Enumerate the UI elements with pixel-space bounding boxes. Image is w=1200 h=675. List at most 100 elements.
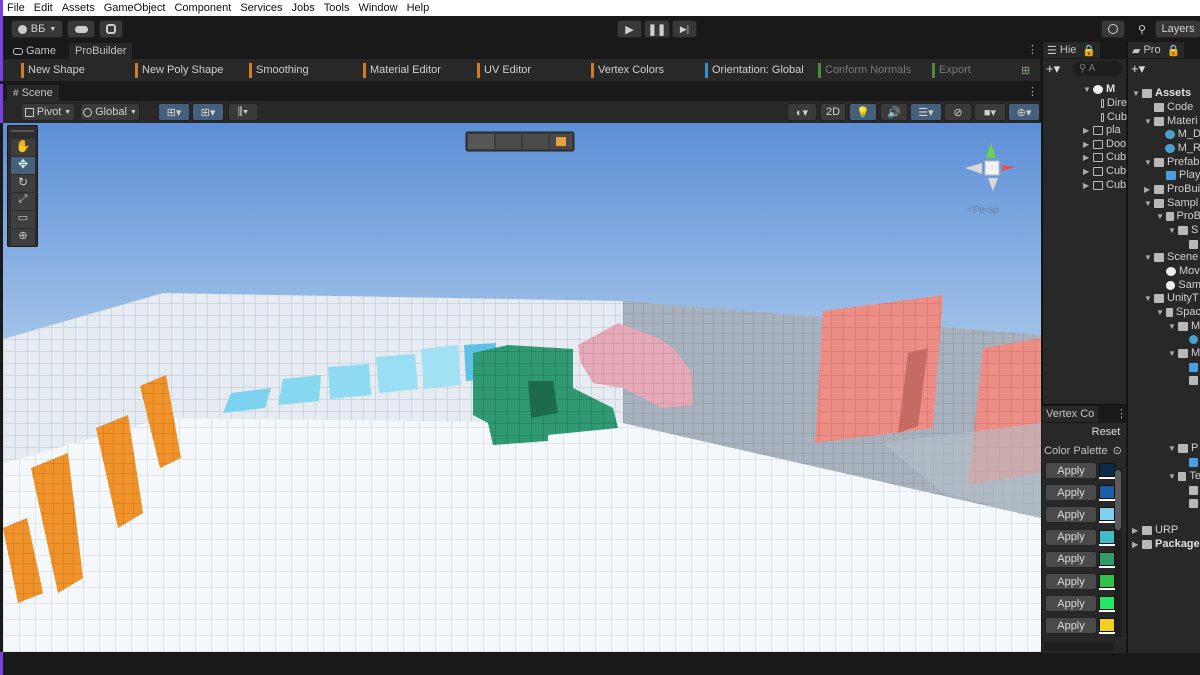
audio-toggle[interactable]: 🔊 bbox=[880, 103, 908, 121]
expand-arrow-icon[interactable]: ▼ bbox=[1144, 158, 1152, 167]
project-item[interactable]: Play bbox=[1156, 168, 1200, 182]
menu-help[interactable]: Help bbox=[407, 2, 430, 14]
project-item[interactable]: ▼ Assets bbox=[1132, 86, 1200, 100]
scale-tool-icon[interactable]: ⤢ bbox=[11, 193, 35, 210]
project-item[interactable]: Mov bbox=[1156, 264, 1200, 278]
gizmos-dropdown[interactable]: ⊕▾ bbox=[1008, 103, 1040, 121]
expand-arrow-icon[interactable]: ▶ bbox=[1083, 140, 1091, 149]
menu-services[interactable]: Services bbox=[240, 2, 282, 14]
project-item[interactable]: ▼ Materi bbox=[1144, 114, 1200, 128]
more-options-icon[interactable]: ⋮ bbox=[1027, 43, 1038, 56]
color-swatch[interactable] bbox=[1099, 463, 1115, 477]
align-button[interactable]: ⫼▾ bbox=[228, 103, 258, 121]
expand-arrow-icon[interactable]: ▼ bbox=[1168, 444, 1176, 453]
vertex-more-options-icon[interactable]: ⋮ bbox=[1116, 407, 1127, 420]
expand-arrow-icon[interactable]: ▼ bbox=[1144, 199, 1152, 208]
probuilder-item-smoothing[interactable]: Smoothing bbox=[249, 62, 309, 78]
probuilder-item-uv-editor[interactable]: UV Editor bbox=[477, 62, 531, 78]
apply-color-button[interactable]: Apply bbox=[1045, 595, 1097, 613]
pivot-dropdown[interactable]: Pivot ▼ bbox=[21, 103, 75, 121]
lock-icon[interactable]: 🔒 bbox=[1082, 44, 1096, 57]
increment-snap-button[interactable]: ⊞▾ bbox=[192, 103, 224, 121]
tab-scene[interactable]: # Scene bbox=[7, 85, 59, 101]
tab-probuilder[interactable]: ProBuilder bbox=[69, 43, 133, 59]
color-swatch[interactable] bbox=[1099, 551, 1115, 566]
settings-icon[interactable]: ⊙ bbox=[1113, 445, 1122, 457]
hierarchy-item[interactable]: ▶ pla bbox=[1083, 123, 1127, 137]
project-item[interactable]: ▶ Package bbox=[1132, 537, 1200, 551]
apply-color-button[interactable]: Apply bbox=[1045, 573, 1097, 590]
step-button[interactable]: ▶| bbox=[672, 20, 697, 38]
drag-handle[interactable] bbox=[11, 130, 34, 132]
project-item[interactable] bbox=[1180, 483, 1200, 497]
expand-arrow-icon[interactable]: ▼ bbox=[1144, 117, 1152, 126]
add-icon[interactable]: +▾ bbox=[1131, 61, 1145, 77]
horizontal-scrollbar[interactable] bbox=[1044, 642, 1114, 651]
grid-snap-button[interactable]: ⊞▾ bbox=[158, 103, 190, 121]
color-swatch[interactable] bbox=[1099, 618, 1115, 633]
hierarchy-item[interactable]: ▶ Cub bbox=[1083, 164, 1127, 178]
hierarchy-item[interactable]: ▶ Cub bbox=[1083, 178, 1127, 192]
hand-tool-icon[interactable]: ✋ bbox=[11, 139, 35, 156]
probuilder-item-new-shape[interactable]: New Shape bbox=[21, 62, 85, 78]
expand-arrow-icon[interactable]: ▶ bbox=[1083, 153, 1091, 162]
project-item[interactable]: ▶ URP bbox=[1132, 523, 1200, 537]
hierarchy-item[interactable]: Dire bbox=[1099, 96, 1127, 110]
expand-arrow-icon[interactable]: ▶ bbox=[1083, 167, 1091, 176]
color-swatch[interactable] bbox=[1099, 574, 1115, 588]
expand-arrow-icon[interactable]: ▼ bbox=[1144, 253, 1152, 262]
menu-gameobject[interactable]: GameObject bbox=[104, 2, 166, 14]
expand-arrow-icon[interactable]: ▶ bbox=[1083, 181, 1091, 190]
probuilder-item-export[interactable]: Export bbox=[932, 62, 971, 78]
project-item[interactable] bbox=[1180, 332, 1200, 346]
tab-game[interactable]: Game bbox=[7, 43, 62, 59]
probuilder-item-conform-normals[interactable]: Conform Normals bbox=[818, 62, 911, 78]
probuilder-item-material-editor[interactable]: Material Editor bbox=[363, 62, 441, 78]
search-button[interactable]: ⚲ bbox=[1131, 20, 1153, 38]
probuilder-item-orientation-global[interactable]: Orientation: Global bbox=[705, 62, 804, 78]
probuilder-item-new-poly-shape[interactable]: New Poly Shape bbox=[135, 62, 223, 78]
menu-assets[interactable]: Assets bbox=[62, 2, 95, 14]
project-item[interactable]: ▼ Te bbox=[1168, 469, 1200, 483]
apply-color-button[interactable]: Apply bbox=[1045, 506, 1097, 524]
project-item[interactable]: ▼ Sampl bbox=[1144, 196, 1200, 210]
expand-arrow-icon[interactable]: ▶ bbox=[1132, 526, 1140, 535]
rect-tool-icon[interactable]: ▭ bbox=[11, 211, 35, 228]
transform-tool-icon[interactable]: ⊕ bbox=[11, 229, 35, 246]
menu-window[interactable]: Window bbox=[358, 2, 397, 14]
project-item[interactable] bbox=[1180, 237, 1200, 251]
move-tool-icon[interactable]: ✥ bbox=[11, 157, 35, 174]
project-item[interactable]: ▼ Spac bbox=[1156, 305, 1200, 319]
color-swatch[interactable] bbox=[1099, 485, 1115, 500]
project-item[interactable]: ▼ UnityT bbox=[1144, 291, 1200, 305]
expand-arrow-icon[interactable]: ▶ bbox=[1132, 540, 1140, 549]
project-item[interactable]: ▼ M bbox=[1168, 346, 1200, 360]
project-item[interactable]: Sam bbox=[1156, 278, 1200, 292]
draw-mode-dropdown[interactable]: ◐▾ bbox=[787, 103, 817, 121]
color-swatch[interactable] bbox=[1099, 596, 1115, 611]
scrollbar[interactable] bbox=[1114, 469, 1122, 637]
project-item[interactable] bbox=[1180, 496, 1200, 510]
project-item[interactable] bbox=[1180, 455, 1200, 469]
project-item[interactable] bbox=[1180, 360, 1200, 374]
menu-file[interactable]: File bbox=[7, 2, 25, 14]
apply-color-button[interactable]: Apply bbox=[1045, 484, 1097, 502]
tab-project[interactable]: ▰ Pro 🔒 bbox=[1128, 42, 1185, 58]
lighting-toggle[interactable]: 💡 bbox=[849, 103, 877, 121]
apply-color-button[interactable]: Apply bbox=[1045, 528, 1097, 546]
project-item[interactable]: ▼ S bbox=[1168, 223, 1200, 237]
scene-visibility-toggle[interactable]: ⊘ bbox=[944, 103, 972, 121]
menu-edit[interactable]: Edit bbox=[34, 2, 53, 14]
hierarchy-search-input[interactable]: ⚲ A bbox=[1073, 61, 1123, 76]
rotate-tool-icon[interactable]: ↻ bbox=[11, 175, 35, 192]
scene-viewport[interactable]: <Persp ✋ ✥ ↻ ⤢ ▭ ⊕ bbox=[3, 123, 1041, 652]
menu-jobs[interactable]: Jobs bbox=[292, 2, 315, 14]
project-item[interactable] bbox=[1180, 373, 1200, 387]
persp-label[interactable]: <Persp bbox=[967, 205, 999, 216]
effects-dropdown[interactable]: ☰▾ bbox=[910, 103, 942, 121]
play-button[interactable]: ▶ bbox=[617, 20, 642, 38]
reset-button[interactable]: Reset bbox=[1088, 424, 1124, 440]
project-item[interactable]: ▼ P bbox=[1168, 441, 1200, 455]
lock-icon[interactable]: 🔒 bbox=[1167, 44, 1181, 57]
expand-arrow-icon[interactable]: ▼ bbox=[1168, 349, 1176, 358]
